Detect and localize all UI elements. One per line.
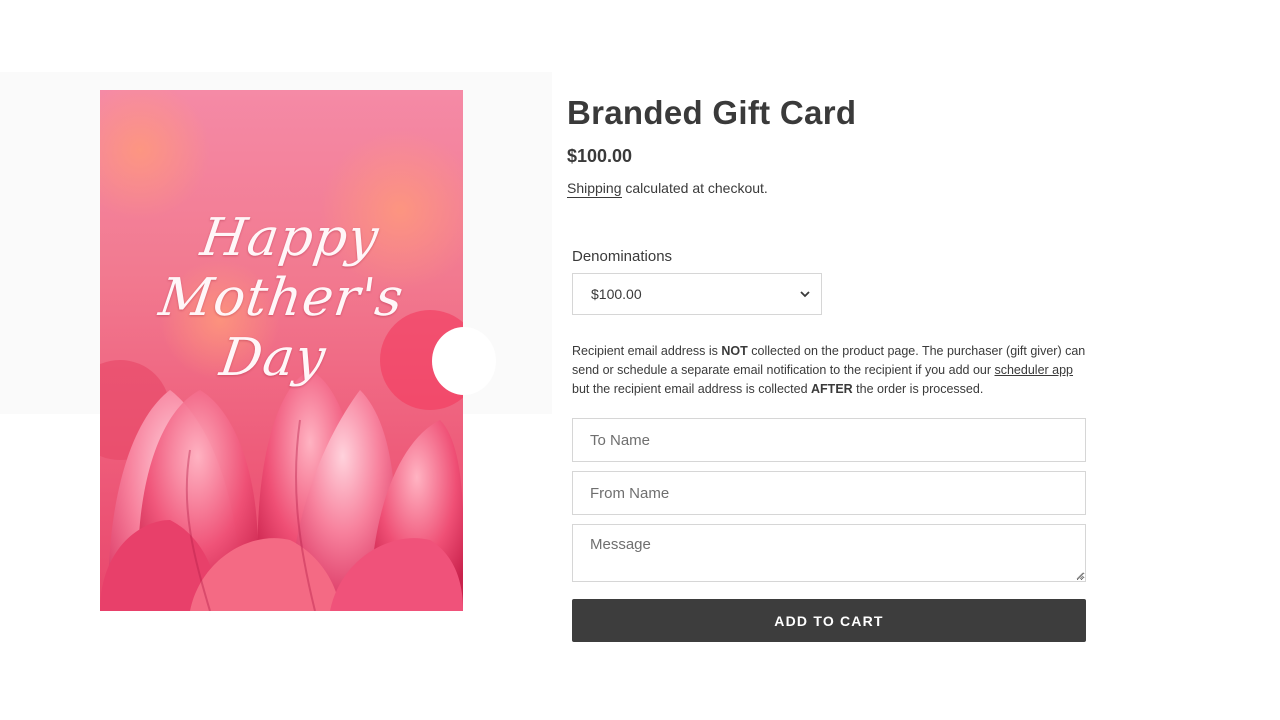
from-name-input[interactable] — [572, 471, 1086, 515]
shipping-note: Shipping calculated at checkout. — [567, 180, 768, 198]
denominations-select[interactable]: $100.00 — [572, 273, 822, 315]
product-price: $100.00 — [567, 146, 633, 166]
denominations-label: Denominations — [572, 248, 673, 265]
notice-text-4: the order is processed. — [852, 382, 984, 396]
to-name-input[interactable] — [572, 418, 1086, 462]
gift-card-image[interactable]: Happy Mother's Day — [100, 90, 463, 611]
message-textarea[interactable] — [572, 524, 1086, 582]
greeting-line-3: Day — [216, 328, 330, 388]
card-greeting: Happy Mother's Day — [100, 208, 463, 388]
recipient-notice: Recipient email address is NOT collected… — [572, 342, 1092, 399]
notice-text-1: Recipient email address is — [572, 344, 722, 358]
chevron-down-icon — [800, 291, 810, 298]
image-notch — [432, 327, 496, 395]
notice-bold-not: NOT — [721, 344, 748, 358]
product-title: Branded Gift Card — [567, 94, 857, 131]
shipping-note-text: calculated at checkout. — [621, 180, 768, 196]
notice-text-3: but the recipient email address is colle… — [572, 382, 812, 396]
scheduler-app-link[interactable]: scheduler app — [994, 363, 1073, 377]
shipping-link[interactable]: Shipping — [567, 180, 622, 198]
notice-bold-after: AFTER — [811, 382, 853, 396]
greeting-line-1: Happy — [197, 208, 383, 268]
greeting-line-2: Mother's — [155, 268, 408, 328]
add-to-cart-button[interactable]: ADD TO CART — [572, 599, 1086, 642]
denominations-selected-value: $100.00 — [591, 286, 642, 302]
resize-grip-icon[interactable] — [1076, 572, 1084, 580]
